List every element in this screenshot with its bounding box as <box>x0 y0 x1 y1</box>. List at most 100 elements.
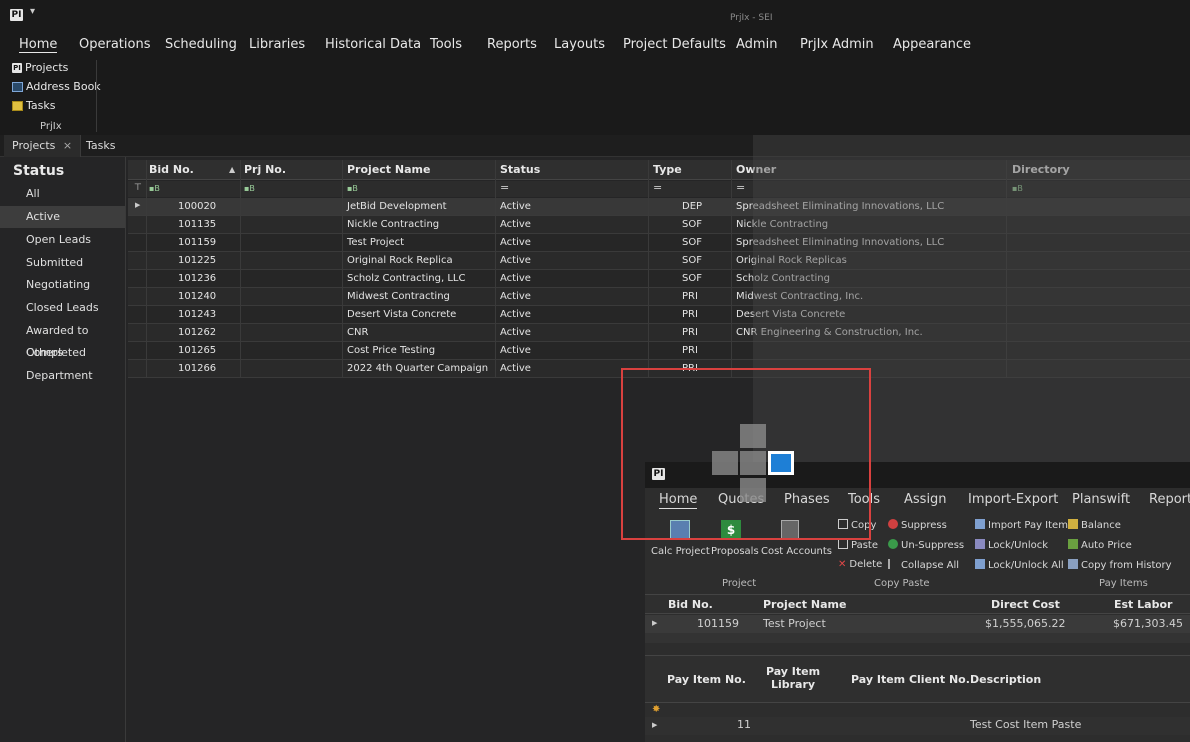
col-project-name[interactable]: Project Name <box>347 163 430 176</box>
filter-contains-icon[interactable]: ▪B <box>347 184 358 193</box>
cell-status: Active <box>500 201 531 212</box>
menu-scheduling[interactable]: Scheduling <box>165 37 237 52</box>
dock-bottom-icon[interactable] <box>740 478 766 502</box>
collapse-all-button[interactable]: Collapse All <box>888 559 959 571</box>
cell-bid-no: 101243 <box>178 309 217 320</box>
dock-right-icon[interactable] <box>768 451 794 475</box>
menu-libraries[interactable]: Libraries <box>249 37 305 52</box>
col-pay-item-client-no[interactable]: Pay Item Client No. <box>851 673 970 686</box>
copy-from-history-button[interactable]: Copy from History <box>1068 559 1172 571</box>
sub-menu-assign[interactable]: Assign <box>904 492 947 507</box>
row-indicator-icon: ▶ <box>135 201 141 209</box>
col-project-name[interactable]: Project Name <box>763 598 846 611</box>
sidebar-item-completed[interactable]: Completed <box>0 342 125 364</box>
col-bid-no[interactable]: Bid No. <box>149 163 194 176</box>
filter-contains-icon[interactable]: ▪B <box>244 184 255 193</box>
app-logo[interactable]: PI <box>10 9 23 21</box>
tab-tasks[interactable]: Tasks <box>78 135 123 157</box>
import-pay-item-button[interactable]: Import Pay Item <box>975 519 1068 531</box>
col-divider <box>240 160 241 377</box>
ribbon-tasks-button[interactable]: Tasks <box>12 99 55 112</box>
col-description[interactable]: Description <box>970 673 1041 686</box>
dock-center-icon[interactable] <box>740 451 766 475</box>
filter-contains-icon[interactable]: ▪B <box>149 184 160 193</box>
col-prj-no[interactable]: Prj No. <box>244 163 286 176</box>
window-title: PrjIx - SEI <box>730 13 773 23</box>
sub-menu-import-export[interactable]: Import-Export <box>968 492 1058 507</box>
ribbon <box>0 58 1190 135</box>
suppress-icon <box>888 519 898 529</box>
sidebar-item-active[interactable]: Active <box>0 206 125 228</box>
col-status[interactable]: Status <box>500 163 540 176</box>
balance-button[interactable]: Balance <box>1068 519 1121 531</box>
calc-project-button[interactable]: Calc Project <box>651 546 710 557</box>
delete-button[interactable]: ✕ Delete <box>838 559 882 570</box>
cell-bid-no: 101265 <box>178 345 217 356</box>
dock-left-icon[interactable] <box>712 451 738 475</box>
col-pay-item-library[interactable]: Pay Item Library <box>765 665 821 691</box>
cell-type: SOF <box>682 237 702 248</box>
ribbon-projects-button[interactable]: PI Projects <box>12 61 68 74</box>
col-bid-no[interactable]: Bid No. <box>668 598 713 611</box>
col-est-labor[interactable]: Est Labor <box>1114 598 1172 611</box>
menu-project-defaults[interactable]: Project Defaults <box>623 37 726 52</box>
ribbon-group-label: PrjIx <box>40 121 62 132</box>
filter-equals-icon[interactable]: = <box>736 181 745 194</box>
cell-project-name: Test Project <box>347 237 405 248</box>
filter-icon[interactable]: ⊤ <box>134 183 142 193</box>
horizontal-scrollbar[interactable] <box>645 633 1190 643</box>
menu-admin[interactable]: Admin <box>736 37 777 52</box>
filter-equals-icon[interactable]: = <box>653 181 662 194</box>
import-icon <box>975 519 985 529</box>
sidebar-item-awarded-to-others[interactable]: Awarded to Others <box>0 320 125 359</box>
un-suppress-button[interactable]: Un-Suppress <box>888 539 964 551</box>
sidebar-item-all[interactable]: All <box>0 183 125 205</box>
menu-tools[interactable]: Tools <box>430 37 462 52</box>
cell-bid-no: 101159 <box>697 617 739 630</box>
col-direct-cost[interactable]: Direct Cost <box>991 598 1060 611</box>
dock-top-icon[interactable] <box>740 424 766 448</box>
lock-unlock-all-button[interactable]: Lock/Unlock All <box>975 559 1064 571</box>
tab-projects[interactable]: Projects × <box>4 135 82 157</box>
lock-unlock-label: Lock/Unlock <box>988 540 1049 551</box>
menu-historical-data[interactable]: Historical Data <box>325 37 421 52</box>
balance-icon <box>1068 519 1078 529</box>
cell-project-name: Original Rock Replica <box>347 255 453 266</box>
cell-status: Active <box>500 345 531 356</box>
auto-price-label: Auto Price <box>1081 540 1132 551</box>
ribbon-address-book-label: Address Book <box>26 80 101 93</box>
bottom-grid-row[interactable] <box>645 717 1190 735</box>
tab-close-icon[interactable]: × <box>63 139 72 152</box>
auto-price-button[interactable]: Auto Price <box>1068 539 1132 551</box>
cost-accounts-button[interactable]: Cost Accounts <box>761 546 832 557</box>
suppress-button[interactable]: Suppress <box>888 519 947 531</box>
menu-operations[interactable]: Operations <box>79 37 150 52</box>
proposals-button[interactable]: Proposals <box>711 546 759 557</box>
menu-home[interactable]: Home <box>19 37 58 53</box>
sidebar-item-closed-leads[interactable]: Closed Leads <box>0 297 125 319</box>
menu-appearance[interactable]: Appearance <box>893 37 971 52</box>
cell-status: Active <box>500 291 531 302</box>
lock-unlock-button[interactable]: Lock/Unlock <box>975 539 1048 551</box>
col-pay-item-no[interactable]: Pay Item No. <box>667 673 746 686</box>
sidebar-item-open-leads[interactable]: Open Leads <box>0 229 125 251</box>
menu-reports[interactable]: Reports <box>487 37 537 52</box>
menu-prjix-admin[interactable]: PrjIx Admin <box>800 37 874 52</box>
ribbon-address-book-button[interactable]: Address Book <box>12 80 101 93</box>
sub-menu-planswift[interactable]: Planswift <box>1072 492 1130 507</box>
col-divider <box>342 160 343 377</box>
auto-price-icon <box>1068 539 1078 549</box>
sidebar-item-department[interactable]: Department <box>0 365 125 387</box>
sub-menu-reports[interactable]: Reports <box>1149 492 1190 507</box>
ribbon-tasks-label: Tasks <box>26 99 56 112</box>
suppress-label: Suppress <box>901 520 947 531</box>
paste-button[interactable]: Paste <box>838 539 878 551</box>
sidebar-item-negotiating[interactable]: Negotiating <box>0 274 125 296</box>
filter-equals-icon[interactable]: = <box>500 181 509 194</box>
menu-layouts[interactable]: Layouts <box>554 37 605 52</box>
col-type[interactable]: Type <box>653 163 682 176</box>
sidebar-item-submitted[interactable]: Submitted <box>0 252 125 274</box>
cell-bid-no: 101262 <box>178 327 217 338</box>
cell-direct-cost: $1,555,065.22 <box>985 617 1066 630</box>
quick-access-caret-icon[interactable]: ▾ <box>30 6 35 17</box>
